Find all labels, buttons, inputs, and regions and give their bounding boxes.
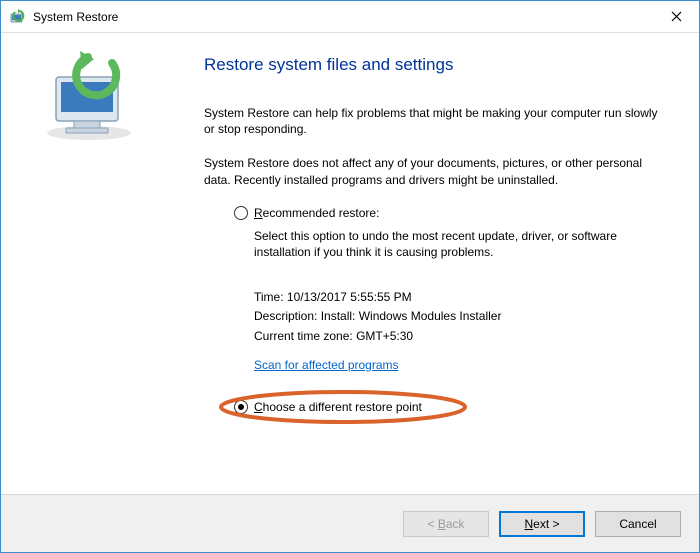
system-restore-icon bbox=[9, 9, 25, 25]
restore-point-details: Time: 10/13/2017 5:55:55 PM Description:… bbox=[254, 288, 665, 346]
recommended-radio[interactable] bbox=[234, 206, 248, 220]
next-button[interactable]: Next > bbox=[499, 511, 585, 537]
description-row: Description: Install: Windows Modules In… bbox=[254, 307, 665, 326]
time-row: Time: 10/13/2017 5:55:55 PM bbox=[254, 288, 665, 307]
back-button: < Back bbox=[403, 511, 489, 537]
recommended-radio-label: Recommended restore: bbox=[254, 206, 379, 220]
window-title: System Restore bbox=[33, 10, 653, 24]
intro-paragraph-1: System Restore can help fix problems tha… bbox=[204, 105, 665, 137]
cancel-button[interactable]: Cancel bbox=[595, 511, 681, 537]
choose-different-label: Choose a different restore point bbox=[254, 400, 422, 414]
page-heading: Restore system files and settings bbox=[204, 55, 665, 75]
close-icon bbox=[671, 11, 682, 22]
recommended-option: Recommended restore: Select this option … bbox=[234, 206, 665, 372]
choose-different-radio[interactable] bbox=[234, 400, 248, 414]
main-content: Restore system files and settings System… bbox=[176, 33, 699, 494]
restore-illustration-icon bbox=[34, 47, 144, 150]
titlebar: System Restore bbox=[1, 1, 699, 33]
intro-paragraph-2: System Restore does not affect any of yo… bbox=[204, 155, 665, 187]
sidebar bbox=[1, 33, 176, 494]
choose-different-option[interactable]: Choose a different restore point bbox=[234, 398, 430, 416]
close-button[interactable] bbox=[653, 1, 699, 33]
timezone-row: Current time zone: GMT+5:30 bbox=[254, 327, 665, 346]
footer: < Back Next > Cancel bbox=[1, 494, 699, 552]
recommended-radio-row[interactable]: Recommended restore: bbox=[234, 206, 665, 220]
dialog-body: Restore system files and settings System… bbox=[1, 33, 699, 494]
recommended-description: Select this option to undo the most rece… bbox=[254, 228, 665, 260]
scan-affected-link[interactable]: Scan for affected programs bbox=[254, 358, 399, 372]
